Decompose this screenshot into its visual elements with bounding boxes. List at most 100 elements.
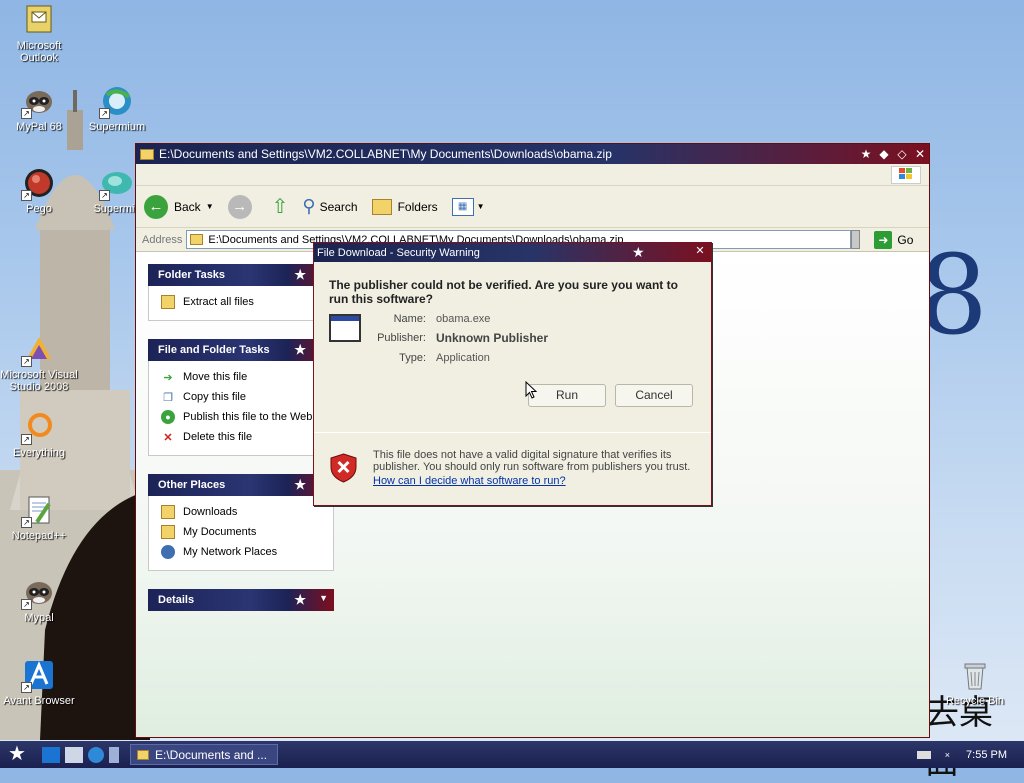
desktop-icon-label: Supermium <box>88 121 146 133</box>
shortcut-arrow-icon: ↗ <box>99 108 110 119</box>
back-button[interactable]: ← Back ▼ <box>144 194 214 219</box>
other-places-header[interactable]: Other Places ★ <box>148 474 334 496</box>
shortcut-arrow-icon: ↗ <box>99 190 110 201</box>
quicklaunch-avant-icon[interactable] <box>42 746 60 763</box>
dialog-separator <box>314 432 711 433</box>
minimize-button[interactable]: ◆ <box>875 146 893 162</box>
place-my-documents[interactable]: My Documents <box>161 522 333 542</box>
search-button[interactable]: ⚲ Search <box>302 196 357 217</box>
pane-title: Other Places <box>158 479 226 491</box>
desktop-icon-mypal-68[interactable]: ↗ MyPal 68 <box>0 85 78 133</box>
raccoon-icon: ↗ <box>21 85 55 119</box>
keyboard-icon[interactable] <box>916 750 931 759</box>
folder-tasks-pane: Folder Tasks ★ Extract all files <box>148 264 334 321</box>
task-delete-file[interactable]: ✕ Delete this file <box>161 427 333 447</box>
clock[interactable]: 7:55 PM <box>966 749 1007 761</box>
task-label: Delete this file <box>183 431 253 443</box>
pane-title: Folder Tasks <box>158 269 226 281</box>
views-icon: ▦ <box>451 197 474 216</box>
desktop-icon-label: Supermiu <box>93 203 141 215</box>
taskbar-explorer-button[interactable]: E:\Documents and ... <box>130 744 278 765</box>
dialog-titlebar[interactable]: File Download - Security Warning ★ ✕ <box>314 243 711 262</box>
desktop-icon-recycle-bin[interactable]: Recycle Bin <box>936 659 1014 707</box>
forward-button[interactable]: → <box>227 194 258 219</box>
desktop-icon-label: Pego <box>26 203 52 215</box>
supermium-icon: ↗ <box>99 85 133 119</box>
mouse-cursor-icon <box>525 381 537 399</box>
task-publish-web[interactable]: ● Publish this file to the Web <box>161 407 333 427</box>
task-label: Extract all files <box>183 296 254 308</box>
explorer-titlebar[interactable]: E:\Documents and Settings\VM2.COLLABNET\… <box>136 144 929 164</box>
desktop-icon-label: Mypal <box>24 612 54 624</box>
chevron-down-icon[interactable]: ▼ <box>319 593 328 603</box>
shortcut-arrow-icon: ↗ <box>21 356 32 367</box>
desktop-icon-outlook[interactable]: Microsoft Outlook <box>0 4 78 64</box>
dropdown-arrow-icon[interactable]: ▼ <box>206 202 214 211</box>
taskbar: ★ E:\Documents and ... × 7:55 PM <box>0 741 1024 768</box>
folder-tasks-header[interactable]: Folder Tasks ★ <box>148 264 334 286</box>
desktop-icon-avant-browser[interactable]: ↗ Avant Browser <box>0 659 78 707</box>
views-button[interactable]: ▦ ▼ <box>451 197 485 216</box>
star-icon: ★ <box>632 244 645 260</box>
task-copy-file[interactable]: ❐ Copy this file <box>161 387 333 407</box>
explorer-toolbar: ← Back ▼ → ⇧ ⚲ Search Folders ▦ ▼ <box>136 186 929 228</box>
close-button[interactable]: ✕ <box>911 146 929 162</box>
task-label: Publish this file to the Web <box>183 411 313 423</box>
address-dropdown-button[interactable] <box>851 230 861 249</box>
quicklaunch-window-icon[interactable] <box>109 746 119 763</box>
type-value: Application <box>436 352 490 364</box>
dialog-close-button[interactable]: ✕ <box>693 244 707 258</box>
details-pane: Details ★ ▼ <box>148 589 334 611</box>
delete-icon: ✕ <box>163 431 173 444</box>
desktop-icon-label: Avant Browser <box>3 695 75 707</box>
visual-studio-icon: ↗ <box>21 333 55 367</box>
name-value: obama.exe <box>436 313 491 325</box>
explorer-title: E:\Documents and Settings\VM2.COLLABNET\… <box>159 147 612 161</box>
raccoon-icon: ↗ <box>21 576 55 610</box>
taskbar-explorer-label: E:\Documents and ... <box>155 747 268 762</box>
cancel-button[interactable]: Cancel <box>615 384 693 407</box>
back-arrow-icon: ← <box>144 194 168 219</box>
desktop-icon-mypal[interactable]: ↗ Mypal <box>0 576 78 624</box>
quicklaunch-desktop-icon[interactable] <box>65 746 83 763</box>
quicklaunch-ie-icon[interactable] <box>88 746 104 763</box>
place-my-network[interactable]: My Network Places <box>161 542 333 562</box>
tray-chevron-icon[interactable]: × <box>945 750 950 760</box>
details-header[interactable]: Details ★ ▼ <box>148 589 334 611</box>
desktop-icon-everything[interactable]: ↗ Everything <box>0 411 78 459</box>
folders-button[interactable]: Folders <box>371 198 438 215</box>
search-label: Search <box>319 199 358 214</box>
warning-text: This file does not have a valid digital … <box>373 449 691 473</box>
go-label: Go <box>897 232 914 247</box>
desktop-icon-pego[interactable]: ↗ Pego <box>0 167 78 215</box>
place-downloads[interactable]: Downloads <box>161 502 333 522</box>
desktop-icon-notepad-plus-plus[interactable]: ↗ Notepad++ <box>0 494 78 542</box>
task-move-file[interactable]: ➔ Move this file <box>161 367 333 387</box>
dialog-title: File Download - Security Warning <box>317 246 480 259</box>
file-tasks-pane: File and Folder Tasks ★ ➔ Move this file… <box>148 339 334 456</box>
name-label: Name: <box>393 313 426 325</box>
desktop-icon-supermium[interactable]: ↗ Supermium <box>78 85 156 133</box>
security-shield-icon <box>330 453 357 483</box>
other-places-list: Downloads My Documents My Network Places <box>148 496 334 571</box>
desktop-icon-visual-studio[interactable]: ↗ Microsoft Visual Studio 2008 <box>0 333 78 393</box>
start-button[interactable]: ★ <box>0 741 34 768</box>
place-label: Downloads <box>183 506 238 518</box>
recycle-bin-icon <box>959 659 991 691</box>
maximize-button[interactable]: ◇ <box>893 146 911 162</box>
network-places-icon <box>161 545 175 559</box>
publisher-label: Publisher: <box>377 332 426 344</box>
dialog-question: The publisher could not be verified. Are… <box>329 278 678 306</box>
help-link[interactable]: How can I decide what software to run? <box>373 475 566 487</box>
zip-folder-icon <box>161 295 175 309</box>
desktop-icon-label: Recycle Bin <box>945 695 1005 707</box>
go-button[interactable]: ➜ Go <box>874 230 914 249</box>
move-file-icon: ➔ <box>163 371 173 384</box>
file-tasks-header[interactable]: File and Folder Tasks ★ <box>148 339 334 361</box>
desktop-icon-label: Microsoft Outlook <box>16 40 62 64</box>
desktop-icon-label: Microsoft Visual Studio 2008 <box>0 369 78 393</box>
run-button[interactable]: Run <box>528 384 606 407</box>
type-label: Type: <box>399 352 426 364</box>
up-folder-button[interactable]: ⇧ <box>272 194 289 219</box>
task-extract-all[interactable]: Extract all files <box>161 292 333 312</box>
